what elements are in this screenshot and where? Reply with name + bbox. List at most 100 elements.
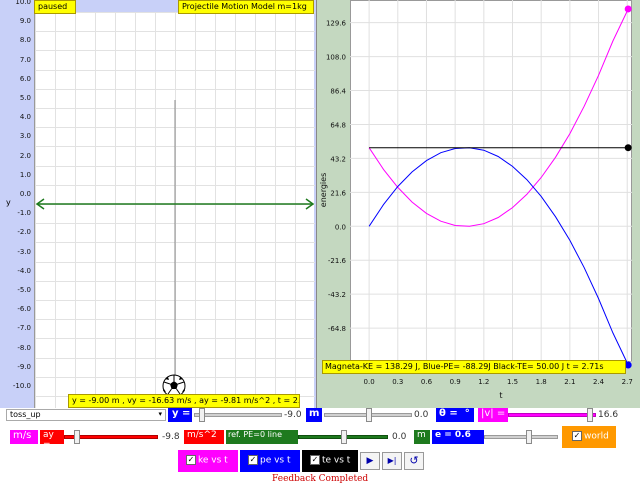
model-title: Projectile Motion Model m=1kg [178,0,314,14]
left-y-tick-label: 7.0 [19,56,31,64]
left-y-tick-label: -4.0 [17,267,31,275]
left-y-tick-label: 1.0 [19,171,31,179]
ref-pe-slider[interactable] [298,430,388,444]
chart-y-tick-label: 64.8 [330,121,346,129]
play-icon: ▶ [366,456,374,466]
chart-x-tick-label: 1.5 [507,378,518,386]
chart-readout: Magneta-KE = 138.29 J, Blue-PE= -88.29J … [322,360,626,374]
left-y-tick-label: -5.0 [17,286,31,294]
step-icon: ▶| [387,456,397,465]
reset-button[interactable]: ↺ [404,452,424,470]
pe-label: pe vs t [260,455,291,466]
ke-label: ke vs t [198,455,228,466]
ay-slider[interactable] [64,430,158,444]
world-label: world [584,431,609,442]
v-slider[interactable] [508,408,596,422]
chart-y-tick-label: -43.2 [328,291,346,299]
left-y-tick-label: -6.0 [17,305,31,313]
y-label: y = [168,408,192,422]
chart-y-tick-label: 108.0 [326,54,346,62]
chart-y-tick-label: 86.4 [330,88,346,96]
chart-x-tick-label: 1.2 [478,378,489,386]
left-y-tick-label: 5.0 [19,94,31,102]
ke-series-line [368,8,629,227]
te-label: te vs t [322,455,351,466]
y-slider[interactable] [194,408,282,422]
chart-x-tick-label: 1.8 [536,378,547,386]
world-checkbox-icon: ✓ [572,431,582,441]
chart-y-tick-label: 43.2 [330,155,346,163]
pe-checkbox-icon: ✓ [248,455,258,465]
chart-x-tick-label: 0.3 [392,378,403,386]
status-label: paused [34,0,76,14]
left-y-tick-label: -1.0 [17,209,31,217]
ref-pe-label: ref. PE=0 line [226,430,298,444]
ke-toggle[interactable]: ✓ ke vs t [178,450,238,472]
chart-y-tick-label: 129.6 [326,20,347,28]
left-y-tick-label: 9.0 [19,17,31,25]
left-y-tick-label: 10.0 [15,0,31,6]
chevron-down-icon: ▾ [158,410,162,418]
v-slider-thumb[interactable] [587,408,593,422]
e-label: e = 0.6 [432,430,484,444]
feedback-footer[interactable]: Feedback Completed [272,474,368,484]
chart-x-tick-label: 2.1 [564,378,575,386]
te-checkbox-icon: ✓ [310,455,320,465]
scenario-dropdown-value: toss_up [10,410,41,419]
chart-x-tick-label: 0.0 [364,378,375,386]
te-series-line-endpoint [624,144,632,152]
y-slider-thumb[interactable] [199,408,205,422]
m-label: m [306,408,322,422]
te-toggle[interactable]: ✓ te vs t [302,450,358,472]
chart-x-tick-label: 2.7 [622,378,633,386]
m-value: 0.0 [414,410,429,420]
scenario-dropdown[interactable]: toss_up ▾ [6,409,166,421]
world-toggle[interactable]: ✓ world [562,426,616,448]
ref-pe-value: 0.0 [392,432,407,442]
ay-slider-thumb[interactable] [74,430,80,444]
chart-y-tick-label: -64.8 [328,325,346,333]
left-y-tick-label: 4.0 [19,113,31,121]
v-label: |v| = [478,408,508,422]
chart-x-tick-label: 0.9 [450,378,461,386]
ms-unit-label: m/s [10,430,38,444]
left-y-tick-label: -7.0 [17,324,31,332]
m-slider-thumb[interactable] [366,408,372,422]
left-y-tick-label: -8.0 [17,344,31,352]
chart-y-tick-label: 21.6 [330,189,346,197]
chart-y-tick-label: -21.6 [328,257,347,265]
play-button[interactable]: ▶ [360,452,380,470]
y-value: -9.0 [284,410,302,420]
left-y-tick-label: -2.0 [17,228,31,236]
chart-x-axis-label: t [499,391,502,400]
chart-x-tick-label: 2.4 [593,378,605,386]
left-y-tick-label: 6.0 [19,75,31,83]
left-grid [35,12,315,408]
v-value: 16.6 [598,410,619,420]
chart-y-tick-label: 0.0 [335,223,346,231]
ay-label: ay = [40,430,64,450]
e-slider[interactable] [484,430,558,444]
ref-pe-slider-thumb[interactable] [341,430,347,444]
chart-x-tick-label: 0.6 [421,378,433,386]
chart-y-axis-label: energies [319,173,328,207]
ay-value: -9.8 [162,432,180,442]
energy-chart: 129.6 108.0 86.4 64.8 43.2 21.6 0.0 -21.6 -43.2 -… [319,0,633,400]
m-slider[interactable] [324,408,412,422]
ke-series-line-endpoint [624,5,632,13]
reset-icon: ↺ [409,454,419,467]
e-slider-thumb[interactable] [526,430,532,444]
left-y-tick-label: 0.0 [19,190,31,198]
left-y-tick-label: 3.0 [19,132,31,140]
left-plot-area[interactable] [34,12,315,408]
left-readout: y = -9.00 m , vy = -16.63 m/s , ay = -9.… [68,394,300,408]
step-button[interactable]: ▶| [382,452,402,470]
pe-toggle[interactable]: ✓ pe vs t [240,450,300,472]
left-y-tick-label: -10.0 [12,382,31,390]
theta-label: θ = ° [436,408,474,422]
left-y-tick-label: 2.0 [19,152,31,160]
left-y-tick-label: -9.0 [17,363,31,371]
ref-unit-label: m [414,430,430,444]
left-y-axis-label: y [6,198,11,207]
ms2-unit-label: m/s^2 [184,430,224,444]
